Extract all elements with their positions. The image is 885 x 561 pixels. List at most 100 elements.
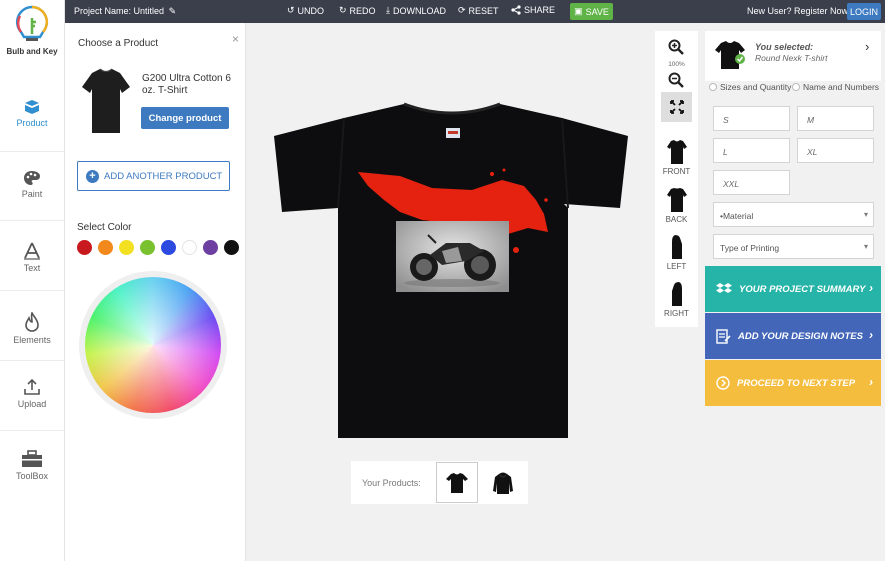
save-label: SAVE <box>585 6 609 17</box>
share-icon <box>511 5 521 15</box>
divider <box>0 360 64 361</box>
left-sidebar: Bulb and Key Product Paint Text Elements <box>0 0 65 561</box>
undo-icon: ↺ <box>287 5 295 15</box>
login-button[interactable]: LOGIN <box>847 3 881 20</box>
color-wheel[interactable] <box>85 277 221 413</box>
arrow-circle-icon <box>716 376 730 390</box>
palette-icon <box>24 171 40 185</box>
zoom-in-icon[interactable] <box>668 39 684 55</box>
zoom-level: 100% <box>668 61 685 68</box>
redo-button[interactable]: ↻ REDO <box>339 5 376 16</box>
size-field-xxl[interactable]: XXL <box>713 170 790 195</box>
sidebar-item-toolbox[interactable]: ToolBox <box>0 450 64 481</box>
color-swatch[interactable] <box>140 240 155 255</box>
register-link[interactable]: New User? Register Now <box>747 6 848 16</box>
edit-icon[interactable]: ✎ <box>169 6 177 16</box>
color-swatch[interactable] <box>224 240 239 255</box>
color-swatch[interactable] <box>119 240 134 255</box>
sidebar-item-label: Elements <box>13 335 51 345</box>
tshirt-right-icon <box>671 282 682 306</box>
proceed-next-step-button[interactable]: PROCEED TO NEXT STEP › <box>705 360 881 406</box>
expand-icon <box>669 100 684 114</box>
color-swatch[interactable] <box>182 240 197 255</box>
project-summary-button[interactable]: YOUR PROJECT SUMMARY › <box>705 266 881 312</box>
share-button[interactable]: SHARE <box>511 5 555 15</box>
chevron-right-icon[interactable]: › <box>865 39 869 54</box>
sidebar-item-label: Paint <box>21 189 43 199</box>
add-another-product-button[interactable]: + ADD ANOTHER PRODUCT <box>77 161 230 191</box>
download-icon: ⤓ <box>386 5 390 15</box>
change-product-button[interactable]: Change product <box>141 107 229 129</box>
view-right[interactable]: RIGHT <box>655 281 698 318</box>
undo-button[interactable]: ↺ UNDO <box>287 5 324 16</box>
product-thumbnail[interactable] <box>78 65 134 137</box>
flame-icon <box>25 312 39 332</box>
brand-logo[interactable]: Bulb and Key <box>6 4 58 58</box>
material-select-value: •Material <box>720 211 754 221</box>
product-thumb-hoodie[interactable] <box>482 462 524 503</box>
select-color-label: Select Color <box>77 222 132 233</box>
selected-product-card[interactable]: You selected: Round Nexk T-shirt › <box>705 31 881 81</box>
bulb-logo-icon <box>16 5 48 41</box>
action-label: YOUR PROJECT SUMMARY <box>739 283 866 295</box>
reset-icon: ⟳ <box>458 5 466 15</box>
chevron-down-icon: ▾ <box>863 210 868 219</box>
close-icon[interactable]: × <box>232 32 239 46</box>
tshirt-front-icon <box>666 140 687 164</box>
color-swatch[interactable] <box>203 240 218 255</box>
download-button[interactable]: ⤓ DOWNLOAD <box>386 5 446 16</box>
option-label: Sizes and Quantity <box>720 82 792 92</box>
tshirt-icon <box>446 472 468 493</box>
size-field-s[interactable]: S <box>713 106 790 131</box>
printing-type-select[interactable]: Type of Printing ▾ <box>713 234 874 259</box>
sidebar-item-paint[interactable]: Paint <box>0 170 64 199</box>
product-thumb-tshirt[interactable] <box>436 462 478 503</box>
sidebar-item-upload[interactable]: Upload <box>0 378 64 409</box>
view-left[interactable]: LEFT <box>655 234 698 271</box>
option-label: Name and Numbers <box>803 82 880 92</box>
size-field-l[interactable]: L <box>713 138 790 163</box>
tshirt-back-icon <box>666 188 687 212</box>
design-notes-button[interactable]: ADD YOUR DESIGN NOTES › <box>705 313 881 359</box>
save-button[interactable]: ▣ SAVE <box>570 3 613 20</box>
radio-icon[interactable] <box>792 83 800 91</box>
plus-icon: + <box>86 169 99 183</box>
motorcycle-image[interactable] <box>396 221 509 292</box>
size-field-m[interactable]: M <box>797 106 874 131</box>
size-field-xl[interactable]: XL <box>797 138 874 163</box>
download-label: DOWNLOAD <box>392 5 446 16</box>
sidebar-item-label: Upload <box>17 399 47 409</box>
project-name[interactable]: Project Name: Untitled ✎ <box>74 6 176 17</box>
action-label: ADD YOUR DESIGN NOTES <box>738 330 863 342</box>
color-swatch[interactable] <box>161 240 176 255</box>
view-label: FRONT <box>662 167 691 176</box>
action-label: PROCEED TO NEXT STEP <box>737 377 856 389</box>
project-name-label: Project Name: Untitled <box>74 6 165 16</box>
color-swatch[interactable] <box>98 240 113 255</box>
sizes-option[interactable]: Sizes and Quantity <box>709 82 791 92</box>
panel-title: Choose a Product <box>78 38 159 49</box>
zoom-out-icon[interactable] <box>668 72 684 88</box>
view-front[interactable]: FRONT <box>655 139 698 176</box>
chevron-right-icon: › <box>869 281 873 295</box>
fit-screen-button[interactable] <box>661 92 692 122</box>
printing-select-value: Type of Printing <box>720 243 780 253</box>
view-label: BACK <box>665 215 688 224</box>
view-back[interactable]: BACK <box>655 187 698 224</box>
toolbox-icon <box>22 450 42 467</box>
sidebar-item-elements[interactable]: Elements <box>0 312 64 345</box>
top-toolbar: Project Name: Untitled ✎ ↺ UNDO ↻ REDO ⤓… <box>65 0 885 23</box>
reset-label: RESET <box>468 5 499 16</box>
material-select[interactable]: •Material ▾ <box>713 202 874 227</box>
redo-icon: ↻ <box>339 5 347 15</box>
reset-button[interactable]: ⟳ RESET <box>458 5 499 16</box>
sidebar-item-label: ToolBox <box>15 471 49 481</box>
color-swatch[interactable] <box>77 240 92 255</box>
chevron-right-icon: › <box>869 328 873 342</box>
names-option[interactable]: Name and Numbers <box>792 82 879 92</box>
notes-icon <box>716 328 731 344</box>
sidebar-item-product[interactable]: Product <box>0 99 64 128</box>
divider <box>0 290 64 291</box>
radio-icon[interactable] <box>709 83 717 91</box>
sidebar-item-text[interactable]: Text <box>0 242 64 273</box>
